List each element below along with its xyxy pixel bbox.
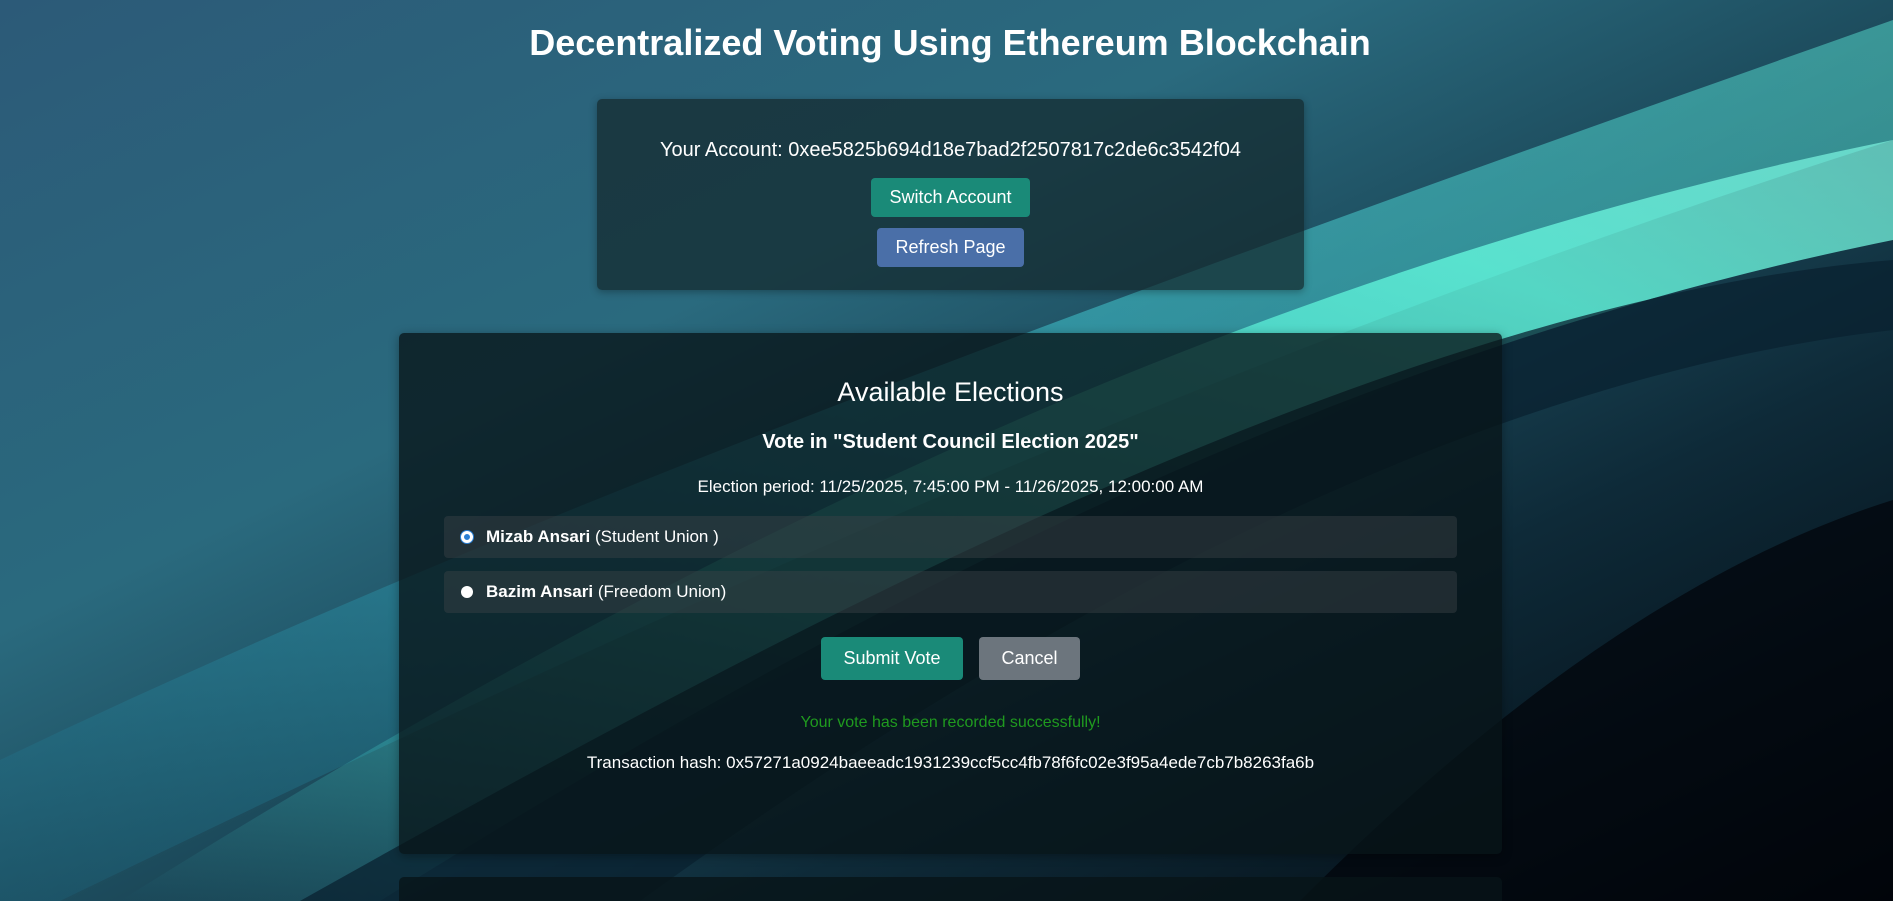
account-panel: Your Account: 0xee5825b694d18e7bad2f2507… xyxy=(597,99,1304,290)
candidate-party: (Freedom Union) xyxy=(597,582,727,601)
candidate-name: Bazim Ansari xyxy=(486,582,594,601)
switch-account-button[interactable]: Switch Account xyxy=(871,178,1030,217)
candidate-label: Mizab Ansari (Student Union ) xyxy=(486,516,719,558)
next-panel xyxy=(399,877,1502,901)
refresh-page-button[interactable]: Refresh Page xyxy=(877,228,1024,267)
candidate-option-mizab[interactable]: Mizab Ansari (Student Union ) xyxy=(444,516,1457,558)
account-address: Your Account: 0xee5825b694d18e7bad2f2507… xyxy=(660,139,1241,161)
elections-heading: Available Elections xyxy=(837,377,1064,407)
vote-heading: Vote in "Student Council Election 2025" xyxy=(762,431,1139,453)
candidate-party: (Student Union ) xyxy=(594,527,719,546)
candidate-label: Bazim Ansari (Freedom Union) xyxy=(486,571,726,613)
elections-panel: Available Elections Vote in "Student Cou… xyxy=(399,333,1502,854)
radio-unselected-icon[interactable] xyxy=(461,586,473,598)
transaction-hash: Transaction hash: 0x57271a0924baeeadc193… xyxy=(586,753,1315,772)
page-title: Decentralized Voting Using Ethereum Bloc… xyxy=(529,22,1371,63)
success-message: Your vote has been recorded successfully… xyxy=(800,714,1101,731)
election-period: Election period: 11/25/2025, 7:45:00 PM … xyxy=(697,477,1204,496)
candidate-name: Mizab Ansari xyxy=(486,527,591,546)
submit-vote-button[interactable]: Submit Vote xyxy=(821,637,963,680)
candidate-option-bazim[interactable]: Bazim Ansari (Freedom Union) xyxy=(444,571,1457,613)
cancel-button[interactable]: Cancel xyxy=(979,637,1080,680)
radio-selected-icon[interactable] xyxy=(461,531,473,543)
page-content: Decentralized Voting Using Ethereum Bloc… xyxy=(0,0,1893,901)
